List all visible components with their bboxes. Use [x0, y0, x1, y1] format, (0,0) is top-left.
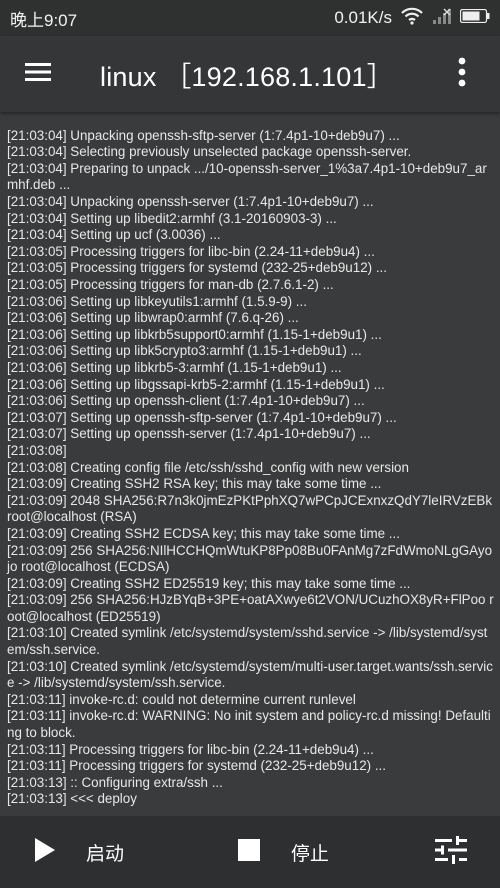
wifi-icon [400, 7, 424, 30]
log-line: [21:03:06] Setting up libgssapi-krb5-2:a… [7, 376, 385, 392]
start-label: 启动 [86, 843, 125, 865]
log-line: [21:03:09] Creating SSH2 RSA key; this m… [7, 476, 382, 492]
menu-icon [25, 62, 51, 87]
log-line: [21:03:06] Setting up libkrb5support0:ar… [7, 326, 382, 342]
menu-button[interactable] [0, 36, 76, 112]
log-line: [21:03:05] Processing triggers for syste… [7, 260, 387, 276]
log-line: [21:03:09] Creating SSH2 ED25519 key; th… [7, 575, 411, 591]
play-icon [34, 837, 56, 868]
log-line: [21:03:07] Setting up openssh-server (1:… [7, 426, 371, 442]
net-speed: 0.01K/s [334, 8, 392, 27]
log-line: [21:03:06] Setting up libkeyutils1:armhf… [7, 293, 307, 309]
log-line: [21:03:13] :: Configuring extra/ssh ... [7, 774, 223, 790]
log-line: [21:03:10] Created symlink /etc/systemd/… [7, 658, 493, 691]
signal-icon [432, 8, 452, 29]
log-line: [21:03:06] Setting up libkrb5-3:armhf (1… [7, 359, 342, 375]
app-bar: linux ［192.168.1.101］ [0, 36, 500, 112]
log-line: [21:03:09] Creating SSH2 ECDSA key; this… [7, 525, 400, 541]
log-output[interactable]: [21:03:04] Unpacking openssh-sftp-server… [0, 112, 500, 816]
log-line: [21:03:05] Processing triggers for libc-… [7, 243, 375, 259]
log-line: [21:03:04] Unpacking openssh-server (1:7… [7, 194, 374, 210]
stop-icon [237, 838, 261, 867]
log-lines: [21:03:04] Unpacking openssh-sftp-server… [7, 128, 494, 808]
page-title: linux ［192.168.1.101］ [100, 61, 394, 92]
log-line: [21:03:09] 256 SHA256:NIlHCCHQmWtuKP8Pp0… [7, 542, 493, 575]
log-line: [21:03:04] Setting up ucf (3.0036) ... [7, 227, 221, 243]
log-line: [21:03:06] Setting up openssh-client (1:… [7, 393, 365, 409]
bottom-controls: 启动 停止 [0, 816, 500, 888]
log-line: [21:03:08] Creating config file /etc/ssh… [7, 459, 409, 475]
battery-icon [459, 8, 490, 28]
tune-button[interactable] [403, 816, 500, 888]
log-line: [21:03:11] invoke-rc.d: could not determ… [7, 691, 356, 707]
log-line: [21:03:10] Created symlink /etc/systemd/… [7, 625, 488, 658]
log-line: [21:03:04] Selecting previously unselect… [7, 144, 412, 160]
more-vert-icon [458, 57, 466, 92]
log-line: [21:03:11] Processing triggers for syste… [7, 758, 386, 774]
log-line: [21:03:06] Setting up libk5crypto3:armhf… [7, 343, 362, 359]
log-line: [21:03:04] Setting up libedit2:armhf (3.… [7, 210, 337, 226]
tune-icon [435, 835, 468, 869]
stop-button[interactable]: 停止 [229, 816, 403, 888]
log-line: [21:03:05] Processing triggers for man-d… [7, 277, 334, 292]
log-line: [21:03:13] <<< deploy [7, 791, 137, 807]
log-line: [21:03:04] Unpacking openssh-sftp-server… [7, 127, 400, 143]
log-line: [21:03:06] Setting up libwrap0:armhf (7.… [7, 310, 299, 326]
log-line: [21:03:09] 256 SHA256:HJzBYqB+3PE+oatAXw… [7, 592, 494, 624]
status-time: 晚上9:07 [10, 10, 78, 30]
log-line: [21:03:11] Processing triggers for libc-… [7, 741, 374, 757]
log-line: [21:03:07] Setting up openssh-sftp-serve… [7, 409, 397, 425]
log-line: [21:03:04] Preparing to unpack .../10-op… [7, 160, 487, 193]
start-button[interactable]: 启动 [0, 816, 229, 888]
log-line: [21:03:09] 2048 SHA256:R7n3k0jmEzPKtPphX… [7, 492, 496, 525]
status-bar: 晚上9:07 0.01K/s [0, 0, 500, 36]
log-line: [21:03:08] [7, 442, 67, 458]
more-options-button[interactable] [424, 36, 500, 112]
log-line: [21:03:11] invoke-rc.d: WARNING: No init… [7, 708, 491, 741]
stop-label: 停止 [290, 843, 329, 865]
status-indicators: 0.01K/s [334, 7, 490, 30]
